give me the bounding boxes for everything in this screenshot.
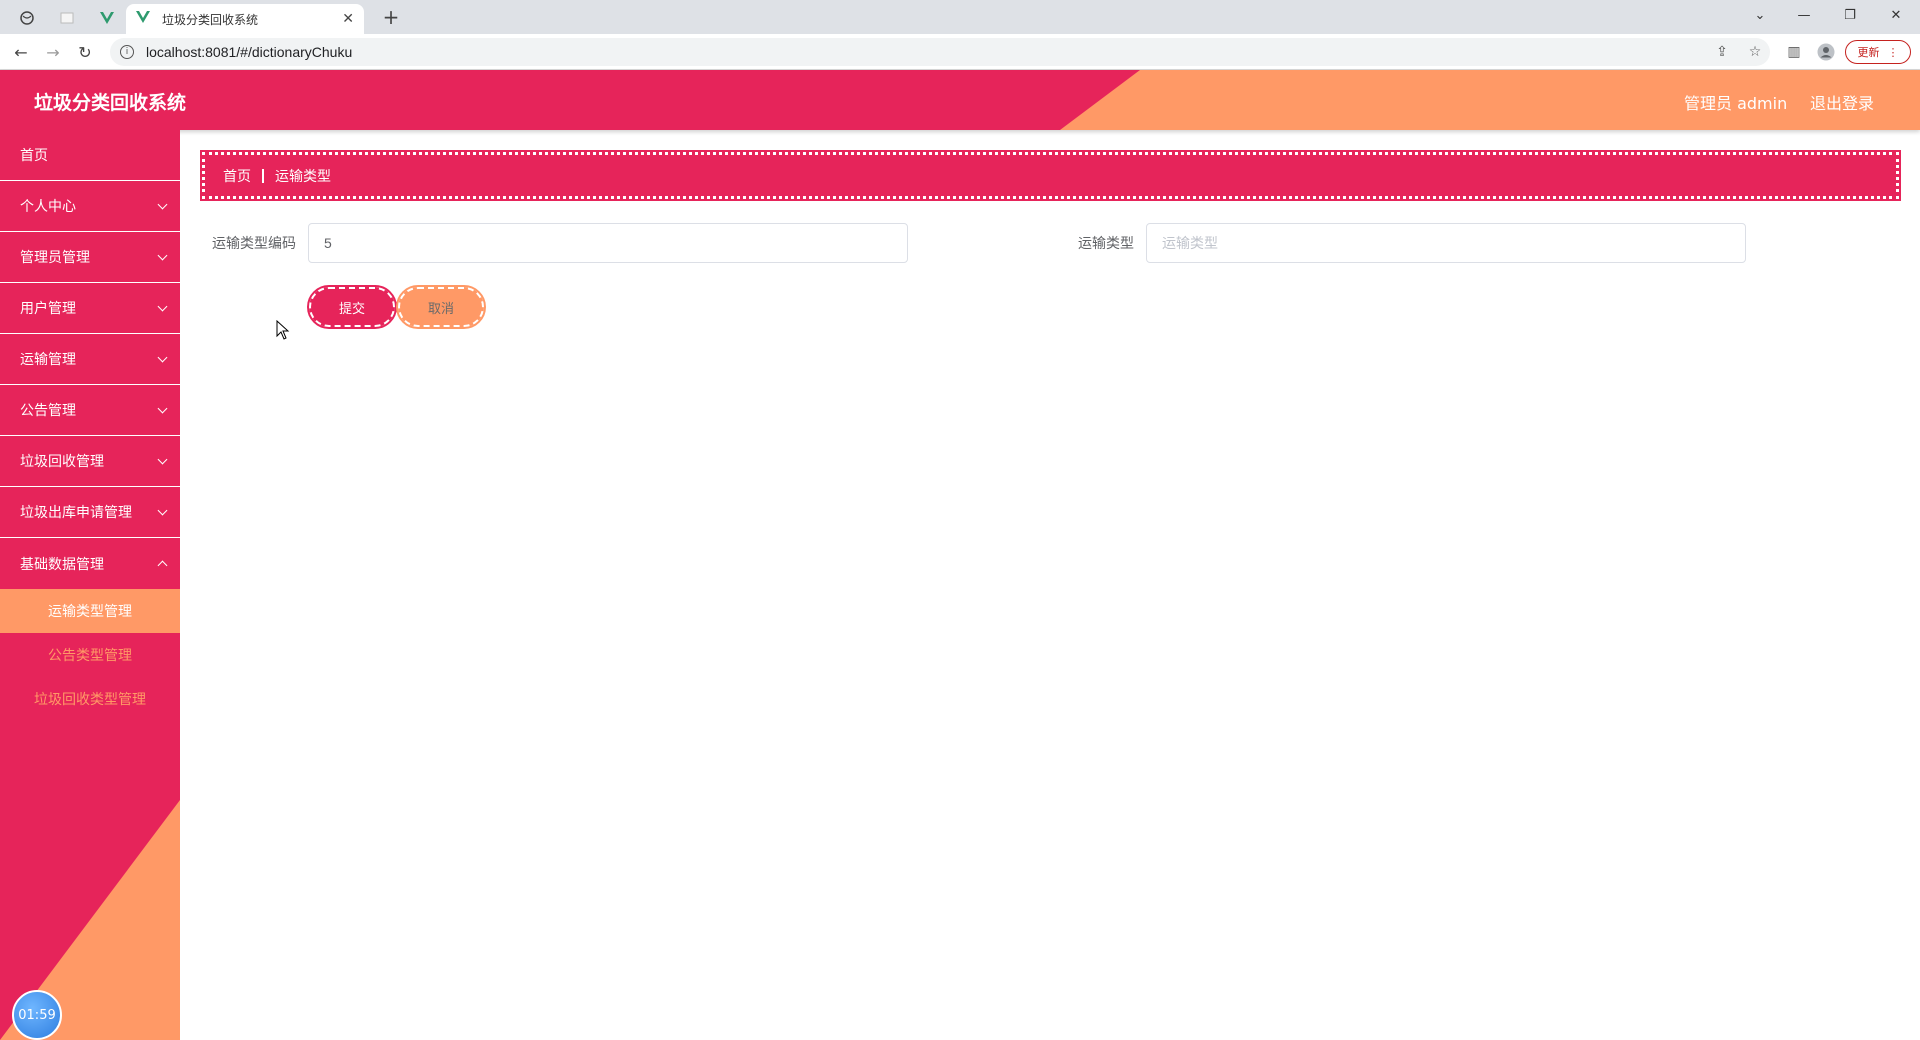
sidebar-subitem-recycling-type[interactable]: 垃圾回收类型管理	[0, 677, 180, 721]
submit-button[interactable]: 提交	[307, 285, 397, 329]
browser-tab-bar: 垃圾分类回收系统 ✕ + ⌄ — ❐ ✕	[0, 0, 1920, 34]
minimize-icon[interactable]: —	[1784, 4, 1824, 26]
more-menu-icon: ⋮	[1887, 45, 1899, 59]
sidebar-item-label: 个人中心	[20, 199, 76, 215]
back-icon[interactable]: ←	[10, 41, 32, 63]
tab-title: 垃圾分类回收系统	[162, 12, 259, 27]
tab-search-chevron-icon[interactable]: ⌄	[1740, 4, 1780, 26]
sidebar-item-label: 公告管理	[20, 403, 76, 419]
sidebar-item-admin-management[interactable]: 管理员管理	[0, 232, 180, 283]
url-text: localhost:8081/#/dictionaryChuku	[146, 44, 353, 60]
site-info-icon[interactable]: i	[120, 45, 134, 59]
update-label: 更新	[1857, 46, 1880, 59]
logout-link[interactable]: 退出登录	[1810, 90, 1874, 114]
sidebar-item-user-management[interactable]: 用户管理	[0, 283, 180, 334]
url-bar[interactable]: i localhost:8081/#/dictionaryChuku	[110, 38, 1770, 66]
sidebar-item-transport-management[interactable]: 运输管理	[0, 334, 180, 385]
sidebar-item-label: 运输管理	[20, 352, 76, 368]
update-button[interactable]: 更新 ⋮	[1845, 40, 1911, 64]
app-header: 垃圾分类回收系统 管理员 admin 退出登录	[0, 70, 1920, 130]
current-user-label: 管理员 admin	[1684, 94, 1788, 113]
chevron-down-icon	[157, 301, 168, 311]
side-panel-icon[interactable]: ▥	[1784, 42, 1804, 62]
sidebar-item-label: 垃圾回收管理	[20, 454, 104, 470]
bookmark-star-icon[interactable]: ☆	[1745, 42, 1765, 62]
pinned-tab-globe-icon[interactable]	[12, 6, 42, 30]
breadcrumb-separator	[262, 168, 264, 183]
sidebar: 首页 个人中心 管理员管理 用户管理 运输管理 公告管理 垃圾回收管理 垃圾出库…	[0, 130, 180, 1040]
restore-icon[interactable]: ❐	[1830, 4, 1870, 26]
active-tab[interactable]: 垃圾分类回收系统 ✕	[126, 4, 364, 34]
profile-avatar-icon[interactable]	[1816, 42, 1836, 62]
breadcrumb: 首页 运输类型	[200, 150, 1901, 201]
chevron-down-icon	[157, 250, 168, 260]
sidebar-item-label: 管理员管理	[20, 250, 90, 266]
cancel-button[interactable]: 取消	[396, 285, 486, 329]
pinned-tab-vue-icon[interactable]	[92, 6, 122, 30]
sidebar-subitem-transport-type[interactable]: 运输类型管理	[0, 589, 180, 633]
browser-address-bar: ← → ↻ i localhost:8081/#/dictionaryChuku…	[0, 34, 1920, 70]
transport-type-code-label: 运输类型编码	[212, 236, 296, 252]
transport-type-label: 运输类型	[1078, 236, 1134, 252]
sidebar-item-home[interactable]: 首页	[0, 130, 180, 181]
sidebar-item-basic-data-management[interactable]: 基础数据管理	[0, 538, 180, 589]
sidebar-item-personal-center[interactable]: 个人中心	[0, 181, 180, 232]
chevron-down-icon	[157, 454, 168, 464]
sidebar-item-label: 用户管理	[20, 301, 76, 317]
forward-icon[interactable]: →	[42, 41, 64, 63]
chevron-up-icon	[157, 560, 168, 571]
breadcrumb-home[interactable]: 首页	[223, 166, 251, 186]
chevron-down-icon	[157, 505, 168, 515]
new-tab-icon[interactable]: +	[378, 4, 404, 30]
transport-type-input[interactable]	[1146, 223, 1746, 263]
tab-close-icon[interactable]: ✕	[342, 11, 354, 27]
close-window-icon[interactable]: ✕	[1876, 4, 1916, 26]
transport-type-code-input[interactable]	[308, 223, 908, 263]
sidebar-item-label: 垃圾出库申请管理	[20, 505, 132, 521]
sidebar-item-label: 基础数据管理	[20, 556, 104, 573]
sidebar-item-notice-management[interactable]: 公告管理	[0, 385, 180, 436]
vue-favicon-icon	[136, 11, 154, 27]
header-accent-shape	[1060, 70, 1920, 130]
sidebar-item-label: 首页	[20, 148, 48, 164]
share-icon[interactable]: ⇪	[1712, 42, 1732, 62]
app-title: 垃圾分类回收系统	[34, 92, 187, 114]
breadcrumb-current: 运输类型	[275, 168, 331, 185]
chevron-down-icon	[157, 199, 168, 209]
chevron-down-icon	[157, 352, 168, 362]
pinned-tab-page-icon[interactable]	[52, 6, 82, 30]
sidebar-subitem-notice-type[interactable]: 公告类型管理	[0, 633, 180, 677]
sidebar-item-outbound-request-management[interactable]: 垃圾出库申请管理	[0, 487, 180, 538]
chevron-down-icon	[157, 403, 168, 413]
sidebar-item-recycling-management[interactable]: 垃圾回收管理	[0, 436, 180, 487]
clock-widget[interactable]: 01:59	[12, 990, 62, 1040]
reload-icon[interactable]: ↻	[74, 41, 96, 63]
